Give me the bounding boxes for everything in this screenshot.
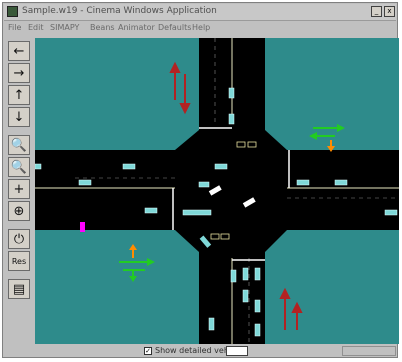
- zoom-in-button[interactable]: 🔍: [8, 135, 30, 155]
- intersection-drawing: [35, 38, 399, 344]
- arrow-left-button[interactable]: ←: [8, 41, 30, 61]
- zoom-out-button[interactable]: 🔍: [8, 157, 30, 177]
- target-icon: ⊕: [13, 203, 25, 219]
- reset-button[interactable]: Res: [8, 251, 30, 271]
- vehicle: [144, 207, 158, 214]
- menu-defaults[interactable]: Defaults: [158, 23, 191, 32]
- power-button[interactable]: ⏻: [8, 229, 30, 249]
- vehicle: [334, 179, 348, 186]
- vehicle: [296, 179, 310, 186]
- right-arrow-icon: →: [13, 65, 25, 81]
- speed-spinner[interactable]: [226, 346, 248, 356]
- vehicle: [230, 269, 237, 283]
- menu-help[interactable]: Help: [192, 23, 210, 32]
- vehicle: [78, 179, 92, 186]
- tool-palette: ← → ↑ ↓ 🔍 🔍 + ⊕ ⏻ Res ▤: [7, 37, 33, 337]
- vehicle: [254, 323, 261, 337]
- magnifier-icon: 🔍: [10, 159, 28, 175]
- magnifier-icon: 🔍: [10, 137, 28, 153]
- application-window: Sample.w19 - Cinema Windows Application …: [2, 2, 399, 358]
- vehicle: [254, 267, 261, 281]
- menu-animator[interactable]: Animator: [118, 23, 155, 32]
- menu-simapy[interactable]: SIMAPY: [50, 23, 79, 32]
- vehicle: [228, 87, 235, 99]
- down-arrow-icon: ↓: [13, 109, 25, 125]
- vehicle: [254, 299, 261, 313]
- vehicle: [35, 163, 42, 170]
- arrow-right-button[interactable]: →: [8, 63, 30, 83]
- panel-icon: ▤: [12, 281, 26, 297]
- vehicle: [228, 113, 235, 125]
- app-icon: [7, 6, 18, 17]
- left-arrow-icon: ←: [13, 43, 25, 59]
- close-button[interactable]: x: [384, 6, 395, 17]
- up-arrow-icon: ↑: [13, 87, 25, 103]
- vehicle: [198, 181, 210, 188]
- center-button[interactable]: ⊕: [8, 201, 30, 221]
- vehicle: [214, 163, 228, 170]
- menu-edit[interactable]: Edit: [28, 23, 44, 32]
- menu-beans[interactable]: Beans: [90, 23, 115, 32]
- crosshair-icon: +: [13, 181, 25, 197]
- power-icon: ⏻: [13, 231, 25, 247]
- vehicle: [384, 209, 398, 216]
- vehicle: [122, 163, 136, 170]
- arrow-up-button[interactable]: ↑: [8, 85, 30, 105]
- vehicle: [208, 317, 215, 331]
- minimize-button[interactable]: _: [371, 6, 382, 17]
- special-vehicle: [80, 222, 85, 232]
- reset-icon: Res: [11, 256, 27, 266]
- menu-file[interactable]: File: [8, 23, 21, 32]
- title-bar[interactable]: Sample.w19 - Cinema Windows Application …: [4, 4, 396, 21]
- pan-button[interactable]: +: [8, 179, 30, 199]
- vehicle: [242, 289, 249, 303]
- vehicle: [242, 267, 249, 281]
- status-bar: ✓ Show detailed vehicles: [4, 345, 396, 357]
- arrow-down-button[interactable]: ↓: [8, 107, 30, 127]
- window-title: Sample.w19 - Cinema Windows Application: [22, 6, 217, 16]
- traffic-simulation-canvas[interactable]: [35, 38, 399, 344]
- status-panel: [342, 346, 396, 356]
- settings-button[interactable]: ▤: [8, 279, 30, 299]
- menu-bar: File Edit SIMAPY Beans Animator Defaults…: [4, 21, 396, 35]
- show-detailed-vehicles-checkbox[interactable]: ✓: [144, 347, 152, 355]
- bus: [182, 209, 212, 216]
